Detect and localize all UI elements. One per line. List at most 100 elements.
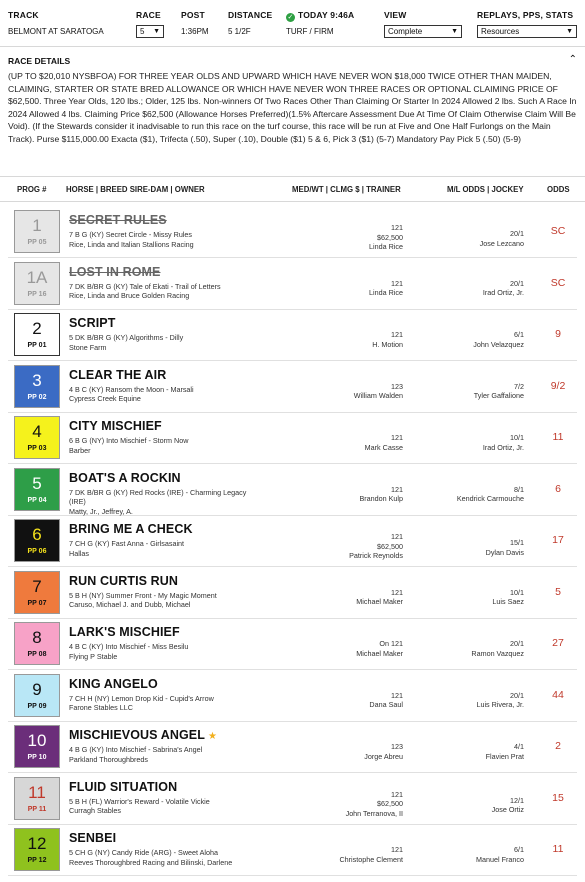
entry-row[interactable]: 5 PP 04 BOAT'S A ROCKIN 7 DK B/BR G (KY) Re…: [8, 465, 577, 516]
med-weight-trainer: 121 H. Motion: [258, 330, 403, 349]
live-odds: 11: [552, 843, 564, 855]
program-number: 1A: [26, 267, 48, 287]
resources-select[interactable]: Resources ▼: [477, 25, 577, 38]
entry-row[interactable]: 11 PP 11 FLUID SITUATION 5 B H (FL) Warrior…: [8, 774, 577, 825]
ml-odds-jockey: 6/1 Manuel Franco: [428, 845, 524, 864]
owner: Cypress Creek Equine: [69, 394, 141, 404]
program-number: 2: [32, 319, 42, 338]
breed-owner: 7 DK B/BR G (KY) Red Rocks (IRE) - Charm…: [69, 488, 259, 517]
chevron-up-icon[interactable]: ⌃: [569, 54, 577, 65]
horse-name[interactable]: CITY MISCHIEF: [69, 419, 162, 433]
breed-owner: 5 DK B/BR G (KY) Algorithms - Dilly Stone…: [69, 333, 259, 352]
post-position: PP 01: [27, 342, 47, 349]
post-position: PP 02: [27, 393, 47, 401]
saddle-cloth: 4 PP 03: [14, 416, 60, 459]
trainer: Dana Saul: [369, 700, 403, 710]
med-weight-trainer: 121 $62,500 Linda Rice: [258, 223, 403, 252]
view-label: VIEW: [384, 10, 407, 20]
horse-name[interactable]: SENBEI: [69, 831, 116, 845]
horse-name[interactable]: BOAT'S A ROCKIN: [69, 471, 181, 485]
entry-row[interactable]: 10 PP 10 MISCHIEVOUS ANGEL ★ 4 B G (KY) Into…: [8, 722, 577, 773]
horse-name-text: CLEAR THE AIR: [69, 367, 167, 382]
med-weight-trainer: 121 Christophe Clement: [258, 845, 403, 864]
entry-row[interactable]: 1A PP 16 LOST IN ROME 7 DK B/BR G (KY) Tale…: [8, 259, 577, 310]
horse-name[interactable]: MISCHIEVOUS ANGEL ★: [69, 728, 217, 742]
entry-row[interactable]: 12 PP 12 SENBEI 5 CH G (NY) Candy Ride (ARG…: [8, 825, 577, 876]
horse-name[interactable]: BRING ME A CHECK: [69, 522, 193, 536]
horse-name[interactable]: CLEAR THE AIR: [69, 368, 166, 382]
horse-name[interactable]: SCRIPT: [69, 316, 115, 330]
horse-name[interactable]: SECRET RULES: [69, 213, 167, 227]
entry-row[interactable]: 3 PP 02 CLEAR THE AIR 4 B C (KY) Ransom the…: [8, 362, 577, 413]
horse-name[interactable]: KING ANGELO: [69, 677, 158, 691]
ml-odds-jockey: 20/1 Luis Rivera, Jr.: [428, 691, 524, 710]
entry-row[interactable]: 1 PP 05 SECRET RULES 7 B G (KY) Secret Circ…: [8, 207, 577, 258]
weight: 121: [391, 789, 403, 799]
entry-row[interactable]: 6 PP 06 BRING ME A CHECK 7 CH G (KY) Fast A…: [8, 516, 577, 567]
trainer: Patrick Reynolds: [349, 551, 403, 561]
jockey: Ramon Vazquez: [471, 648, 524, 658]
horse-name[interactable]: LOST IN ROME: [69, 265, 160, 279]
col-med: MED/WT | CLMG $ | TRAINER: [292, 185, 401, 194]
saddle-cloth: 1A PP 16: [14, 261, 60, 305]
horse-name[interactable]: RUN CURTIS RUN: [69, 574, 178, 588]
med-weight-trainer: 123 William Walden: [258, 382, 403, 401]
weight: 121: [391, 330, 403, 339]
jockey: Manuel Franco: [476, 854, 524, 864]
trainer: William Walden: [353, 391, 403, 401]
trainer: Mark Casse: [364, 442, 403, 452]
breed-sire-dam: 4 B G (KY) Into Mischief - Sabrina's Ang…: [69, 745, 203, 754]
race-select[interactable]: 5 ▼: [136, 25, 164, 38]
horse-name-text: SENBEI: [69, 831, 117, 845]
ml-odds: 6/1: [514, 330, 524, 339]
breed-sire-dam: 6 B G (NY) Into Mischief - Storm Now: [69, 436, 189, 445]
entry-row[interactable]: 9 PP 09 KING ANGELO 7 CH H (NY) Lemon Drop …: [8, 671, 577, 722]
claiming-price: $62,500: [377, 541, 403, 551]
race-details-title: RACE DETAILS: [8, 56, 71, 66]
surface-value: TURF / FIRM: [286, 27, 334, 36]
col-prog: PROG #: [17, 185, 47, 194]
ml-odds-jockey: 10/1 Irad Ortiz, Jr.: [428, 433, 524, 452]
trainer: Brandon Kulp: [359, 494, 403, 504]
med-weight-trainer: 121 Mark Casse: [258, 433, 403, 452]
trainer: Jorge Abreu: [364, 751, 403, 761]
horse-name[interactable]: FLUID SITUATION: [69, 780, 177, 794]
weight: 123: [391, 742, 403, 751]
live-odds: 9/2: [550, 379, 566, 392]
ml-odds: 10/1: [510, 587, 524, 597]
post-position: PP 09: [27, 702, 47, 710]
program-number: 1: [32, 216, 42, 235]
breed-owner: 5 B H (NY) Summer Front - My Magic Momen…: [69, 591, 259, 610]
entry-row[interactable]: 2 PP 01 SCRIPT 5 DK B/BR G (KY) Algorithms …: [8, 310, 577, 361]
trainer: Christophe Clement: [339, 854, 403, 864]
track-label: TRACK: [8, 10, 39, 20]
breed-owner: 4 B G (KY) Into Mischief - Sabrina's Ang…: [69, 745, 259, 764]
trainer: Michael Maker: [356, 597, 403, 607]
entry-row[interactable]: 8 PP 08 LARK'S MISCHIEF 4 B C (KY) Into Mis…: [8, 619, 577, 670]
horse-name[interactable]: LARK'S MISCHIEF: [69, 625, 180, 639]
horse-name-text: BOAT'S A ROCKIN: [69, 470, 181, 485]
post-position: PP 11: [27, 805, 47, 813]
weight: 121: [391, 532, 403, 541]
owner: Caruso, Michael J. and Dubb, Michael: [69, 600, 191, 610]
saddle-cloth: 8 PP 08: [14, 622, 60, 665]
entry-row[interactable]: 4 PP 03 CITY MISCHIEF 6 B G (NY) Into Misch…: [8, 413, 577, 464]
breed-owner: 5 B H (FL) Warrior's Reward - Volatile V…: [69, 797, 259, 816]
breed-sire-dam: 5 B H (NY) Summer Front - My Magic Momen…: [69, 590, 217, 600]
entry-row[interactable]: 7 PP 07 RUN CURTIS RUN 5 B H (NY) Summer Fr…: [8, 568, 577, 619]
jockey: Flavien Prat: [485, 751, 524, 761]
breed-owner: 7 DK B/BR G (KY) Tale of Ekati - Trail o…: [69, 282, 259, 301]
race-header: TRACK BELMONT AT SARATOGA RACE 5 ▼ POST …: [0, 0, 585, 46]
med-weight-trainer: 123 Jorge Abreu: [258, 742, 403, 761]
divider: [0, 176, 585, 177]
breed-sire-dam: 7 B G (KY) Secret Circle - Missy Rules: [69, 230, 193, 239]
saddle-cloth: 6 PP 06: [14, 519, 60, 562]
program-number: 7: [32, 576, 42, 596]
program-number: 12: [27, 834, 47, 853]
trainer: John Terranova, II: [345, 808, 403, 818]
trainer: Michael Maker: [356, 648, 403, 658]
horse-name-text: LARK'S MISCHIEF: [69, 625, 180, 639]
ml-odds-jockey: 8/1 Kendrick Carmouche: [428, 485, 524, 504]
view-select[interactable]: Complete ▼: [384, 25, 462, 38]
breed-owner: 5 CH G (NY) Candy Ride (ARG) - Sweet Alo…: [69, 848, 259, 867]
